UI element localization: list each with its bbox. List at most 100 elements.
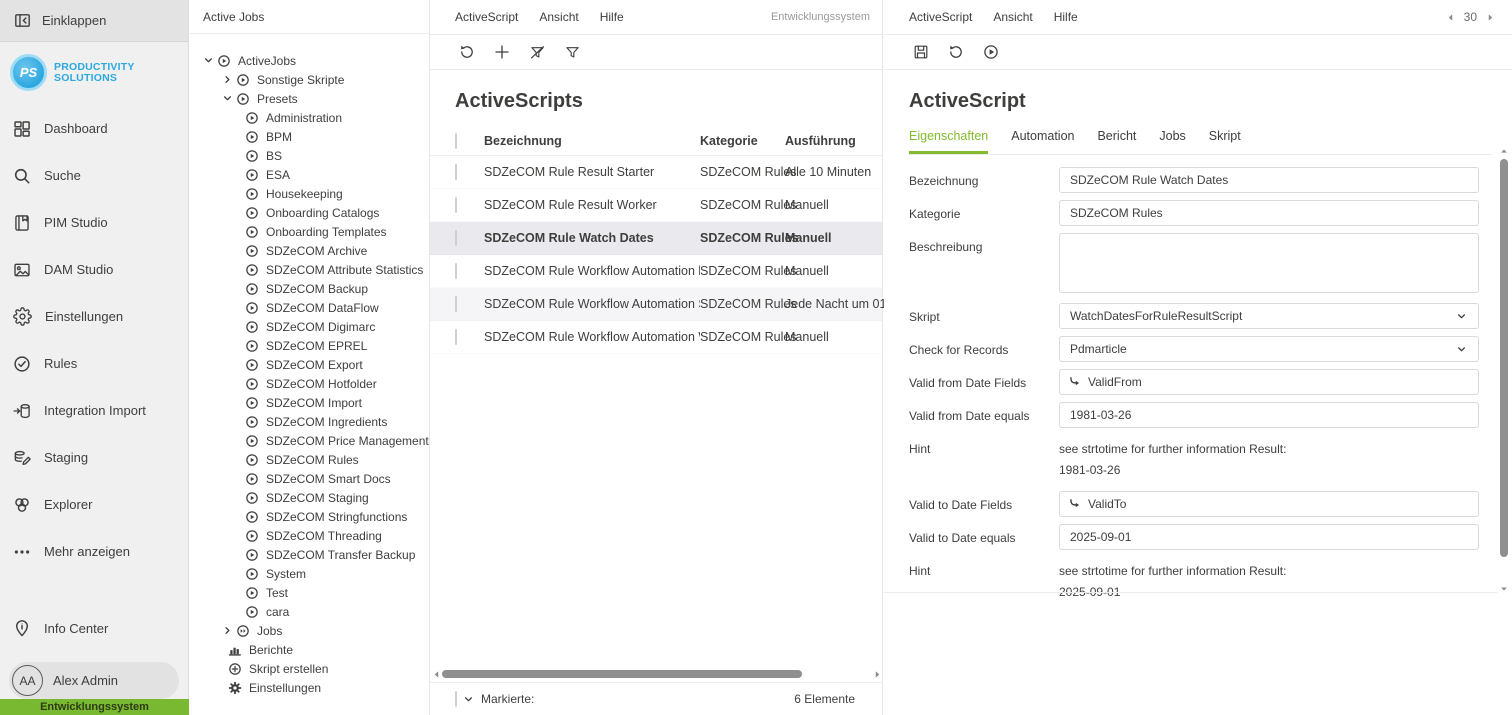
row-checkbox[interactable]: [455, 230, 457, 246]
tree-item-sdzecom-price-management[interactable]: SDZeCOM Price Management: [190, 431, 429, 450]
sidebar-item-integration-import[interactable]: Integration Import: [0, 387, 188, 434]
tab-skript[interactable]: Skript: [1209, 129, 1241, 154]
tree-item-activejobs[interactable]: ActiveJobs: [190, 51, 429, 70]
menu-activescript[interactable]: ActiveScript: [455, 10, 518, 24]
column-header-kategorie[interactable]: Kategorie: [700, 134, 785, 148]
menu-ansicht[interactable]: Ansicht: [539, 10, 578, 24]
pager-previous-icon[interactable]: [1445, 12, 1456, 23]
tree-item-presets[interactable]: Presets: [190, 89, 429, 108]
tree-item-onboarding-templates[interactable]: Onboarding Templates: [190, 222, 429, 241]
vertical-scrollbar-thumb[interactable]: [1500, 159, 1508, 557]
user-menu[interactable]: AA Alex Admin: [9, 662, 179, 699]
tree-item-einstellungen[interactable]: Einstellungen: [190, 678, 429, 697]
tree-item-sdzecom-archive[interactable]: SDZeCOM Archive: [190, 241, 429, 260]
tree-item-sdzecom-smart-docs[interactable]: SDZeCOM Smart Docs: [190, 469, 429, 488]
tree-item-sdzecom-transfer-backup[interactable]: SDZeCOM Transfer Backup: [190, 545, 429, 564]
tree-item-sdzecom-import[interactable]: SDZeCOM Import: [190, 393, 429, 412]
tab-automation[interactable]: Automation: [1011, 129, 1074, 154]
funnelslash-button[interactable]: [525, 40, 549, 64]
tree-item-sdzecom-digimarc[interactable]: SDZeCOM Digimarc: [190, 317, 429, 336]
sidebar-item-einstellungen[interactable]: Einstellungen: [0, 293, 188, 340]
tree-item-system[interactable]: System: [190, 564, 429, 583]
refresh-button[interactable]: [944, 40, 968, 64]
tree-item-sdzecom-staging[interactable]: SDZeCOM Staging: [190, 488, 429, 507]
tree-item-housekeeping[interactable]: Housekeeping: [190, 184, 429, 203]
tree-item-bs[interactable]: BS: [190, 146, 429, 165]
chevron-down-icon[interactable]: [462, 693, 475, 706]
menu-activescript[interactable]: ActiveScript: [909, 10, 972, 24]
collapse-sidebar-button[interactable]: Einklappen: [0, 0, 188, 42]
tab-eigenschaften[interactable]: Eigenschaften: [909, 129, 988, 154]
tab-jobs[interactable]: Jobs: [1159, 129, 1185, 154]
table-row[interactable]: SDZeCOM Rule Result StarterSDZeCOM Rules…: [430, 156, 882, 189]
menu-hilfe[interactable]: Hilfe: [600, 10, 624, 24]
playc-button[interactable]: [979, 40, 1003, 64]
row-checkbox[interactable]: [455, 263, 457, 279]
tree-item-cara[interactable]: cara: [190, 602, 429, 621]
pager-next-icon[interactable]: [1485, 12, 1496, 23]
tree-item-bpm[interactable]: BPM: [190, 127, 429, 146]
input-valid-to-date-equals[interactable]: [1059, 524, 1479, 550]
tab-bericht[interactable]: Bericht: [1097, 129, 1136, 154]
input-valid-from-date-equals[interactable]: [1059, 402, 1479, 428]
row-checkbox[interactable]: [455, 197, 457, 213]
tree-item-sdzecom-attribute-statistics[interactable]: SDZeCOM Attribute Statistics: [190, 260, 429, 279]
tree-item-berichte[interactable]: Berichte: [190, 640, 429, 659]
scroll-left-arrow[interactable]: [430, 669, 442, 680]
select-skript[interactable]: WatchDatesForRuleResultScript: [1059, 303, 1479, 329]
tree-item-sdzecom-rules[interactable]: SDZeCOM Rules: [190, 450, 429, 469]
input-valid-from-date-fields[interactable]: ValidFrom: [1059, 369, 1479, 395]
tree-item-sdzecom-stringfunctions[interactable]: SDZeCOM Stringfunctions: [190, 507, 429, 526]
select-all-checkbox[interactable]: [455, 133, 457, 149]
menu-ansicht[interactable]: Ansicht: [993, 10, 1032, 24]
table-row[interactable]: SDZeCOM Rule Workflow Automation Starter…: [430, 288, 882, 321]
sidebar-item-explorer[interactable]: Explorer: [0, 481, 188, 528]
scroll-down-arrow[interactable]: [1499, 583, 1509, 595]
tree-item-sdzecom-hotfolder[interactable]: SDZeCOM Hotfolder: [190, 374, 429, 393]
sidebar-item-suche[interactable]: Suche: [0, 152, 188, 199]
footer-checkbox[interactable]: [455, 691, 457, 707]
sidebar-item-dam-studio[interactable]: DAM Studio: [0, 246, 188, 293]
row-checkbox[interactable]: [455, 164, 457, 180]
input-valid-to-date-fields[interactable]: ValidTo: [1059, 491, 1479, 517]
column-header-bezeichnung[interactable]: Bezeichnung: [484, 134, 700, 148]
scroll-right-arrow[interactable]: [871, 669, 883, 680]
table-row[interactable]: SDZeCOM Rule Workflow Automation WorkerS…: [430, 321, 882, 354]
sidebar-item-rules[interactable]: Rules: [0, 340, 188, 387]
row-checkbox[interactable]: [455, 329, 457, 345]
tree-item-esa[interactable]: ESA: [190, 165, 429, 184]
tree-item-sdzecom-export[interactable]: SDZeCOM Export: [190, 355, 429, 374]
tree-item-sonstige-skripte[interactable]: Sonstige Skripte: [190, 70, 429, 89]
tree-item-sdzecom-eprel[interactable]: SDZeCOM EPREL: [190, 336, 429, 355]
sidebar-item-mehr-anzeigen[interactable]: Mehr anzeigen: [0, 528, 188, 575]
tree-item-sdzecom-threading[interactable]: SDZeCOM Threading: [190, 526, 429, 545]
table-row[interactable]: SDZeCOM Rule Workflow Automation by d...…: [430, 255, 882, 288]
sidebar-item-dashboard[interactable]: Dashboard: [0, 105, 188, 152]
column-header-ausfuehrung[interactable]: Ausführung: [785, 134, 882, 148]
row-checkbox[interactable]: [455, 296, 457, 312]
tree-item-sdzecom-backup[interactable]: SDZeCOM Backup: [190, 279, 429, 298]
funnel-button[interactable]: [560, 40, 584, 64]
tree-item-skript-erstellen[interactable]: Skript erstellen: [190, 659, 429, 678]
sidebar-item-staging[interactable]: Staging: [0, 434, 188, 481]
tree-item-sdzecom-dataflow[interactable]: SDZeCOM DataFlow: [190, 298, 429, 317]
scroll-up-arrow[interactable]: [1499, 145, 1509, 157]
tree-item-administration[interactable]: Administration: [190, 108, 429, 127]
input-kategorie[interactable]: [1059, 200, 1479, 226]
menu-hilfe[interactable]: Hilfe: [1054, 10, 1078, 24]
tree-item-sdzecom-ingredients[interactable]: SDZeCOM Ingredients: [190, 412, 429, 431]
horizontal-scrollbar-thumb[interactable]: [442, 670, 802, 678]
floppy-button[interactable]: [909, 40, 933, 64]
sidebar-item-pim-studio[interactable]: PIM Studio: [0, 199, 188, 246]
tree-item-test[interactable]: Test: [190, 583, 429, 602]
sidebar-item-info-center[interactable]: Info Center: [0, 608, 188, 648]
tree-item-jobs[interactable]: Jobs: [190, 621, 429, 640]
plus-button[interactable]: [490, 40, 514, 64]
textarea-beschreibung[interactable]: [1059, 233, 1479, 293]
table-row[interactable]: SDZeCOM Rule Watch DatesSDZeCOM RulesMan…: [430, 222, 882, 255]
table-row[interactable]: SDZeCOM Rule Result WorkerSDZeCOM RulesM…: [430, 189, 882, 222]
tree-item-onboarding-catalogs[interactable]: Onboarding Catalogs: [190, 203, 429, 222]
refresh-button[interactable]: [455, 40, 479, 64]
select-check-for-records[interactable]: Pdmarticle: [1059, 336, 1479, 362]
input-bezeichnung[interactable]: [1059, 167, 1479, 193]
